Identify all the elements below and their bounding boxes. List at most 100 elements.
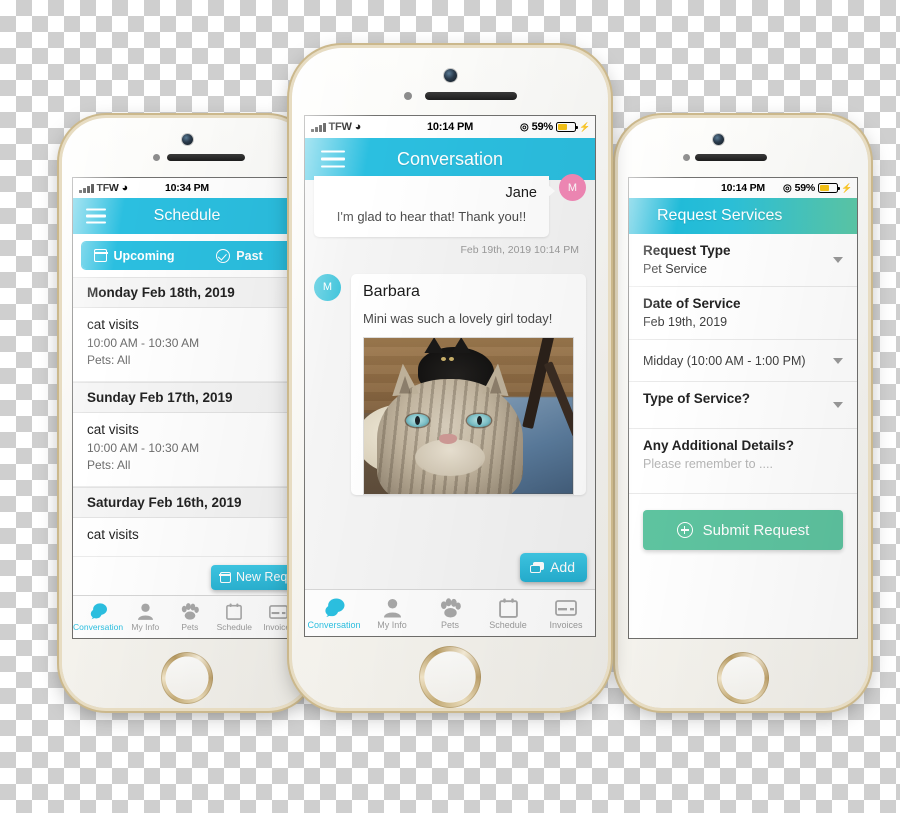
earpiece-speaker <box>695 154 767 161</box>
field-request-type[interactable]: Request Type Pet Service <box>629 234 857 287</box>
tab-conversation[interactable]: Conversation <box>73 602 123 632</box>
battery-icon <box>555 122 578 132</box>
lightning-bolt-icon: ⚡ <box>578 121 590 132</box>
message-photo[interactable] <box>363 337 574 496</box>
tab-pets[interactable]: Pets <box>421 597 479 630</box>
chevron-down-icon[interactable] <box>833 257 843 263</box>
media-attachment-icon <box>530 561 545 573</box>
phone-center: TFW ◕ 10:14 PM ◎ 59% ⚡ Conversation Jane… <box>292 48 608 708</box>
bottom-tab-bar: Conversation My Info Pets Schedule Invoi… <box>305 589 595 636</box>
phone-left: TFW ◕ 10:34 PM ◎ Schedule <box>62 118 312 708</box>
field-label: Type of Service? <box>643 391 751 406</box>
field-additional-details[interactable]: Any Additional Details? Please remember … <box>629 429 857 494</box>
hamburger-menu-icon[interactable] <box>86 208 106 224</box>
paw-icon <box>181 602 199 621</box>
segment-upcoming[interactable]: Upcoming <box>82 242 187 269</box>
battery-percent: 59% <box>531 121 554 133</box>
tab-my-info[interactable]: My Info <box>123 602 167 632</box>
add-button-label: Add <box>550 559 575 575</box>
tab-conversation-label: Conversation <box>73 622 124 633</box>
message-body: Mini was such a lovely girl today! <box>363 310 553 326</box>
message-bubble[interactable]: Barbara Mini was such a lovely girl toda… <box>351 273 586 496</box>
status-bar: 10:14 PM ◎ 59% ⚡ <box>629 178 857 198</box>
app-header: Request Services <box>629 198 857 234</box>
wifi-icon: ◕ <box>354 120 362 133</box>
add-attachment-button[interactable]: Add <box>520 553 587 582</box>
submit-request-button[interactable]: Submit Request <box>643 510 843 550</box>
phone-center-hardware-top <box>292 48 608 118</box>
phone-center-screen: TFW ◕ 10:14 PM ◎ 59% ⚡ Conversation Jane… <box>305 116 595 636</box>
new-request-button[interactable]: New Request <box>210 565 301 590</box>
tab-pets-label: Pets <box>440 619 459 630</box>
visit-item[interactable]: cat visits <box>73 517 301 557</box>
tab-schedule-label: Schedule <box>216 622 253 633</box>
page-title: Request Services <box>657 207 783 224</box>
avatar[interactable]: M <box>314 273 341 301</box>
carrier-label: TFW <box>96 182 119 194</box>
location-icon: ◎ <box>520 121 529 133</box>
visit-pets: Pets: All <box>87 458 131 473</box>
front-camera-icon <box>444 69 457 82</box>
visit-item[interactable]: cat visits 10:00 AM - 10:30 AM Pets: All <box>73 412 301 487</box>
hamburger-menu-icon[interactable] <box>321 150 345 168</box>
app-header: Conversation <box>305 138 595 180</box>
tab-my-info-label: My Info <box>377 619 407 630</box>
phone-right: 10:14 PM ◎ 59% ⚡ Request Services Reques… <box>618 118 868 708</box>
message-sender: Barbara <box>363 282 420 300</box>
three-phone-mockup: TFW ◕ 10:34 PM ◎ Schedule <box>0 0 900 813</box>
chevron-down-icon[interactable] <box>833 357 843 364</box>
tab-my-info[interactable]: My Info <box>363 597 421 630</box>
plus-circle-icon <box>676 522 693 538</box>
schedule-list[interactable]: Monday Feb 18th, 2019 cat visits 10:00 A… <box>73 277 301 557</box>
segment-past-label: Past <box>236 248 263 263</box>
tab-pets-label: Pets <box>181 622 199 633</box>
tab-invoices[interactable]: Invoices <box>537 597 595 630</box>
message-bubble[interactable]: Jane I'm glad to hear that! Thank you!! <box>314 176 555 237</box>
person-icon <box>137 602 153 621</box>
tab-conversation[interactable]: Conversation <box>305 597 363 630</box>
proximity-sensor-icon <box>153 154 160 161</box>
chevron-down-icon[interactable] <box>833 402 843 408</box>
chat-bubbles-icon <box>89 602 108 621</box>
tab-schedule-label: Schedule <box>489 619 527 630</box>
earpiece-speaker <box>167 154 245 161</box>
field-value: Midday (10:00 AM - 1:00 PM) <box>643 354 806 368</box>
visit-time: 10:00 AM - 10:30 AM <box>87 440 200 455</box>
paw-icon <box>440 597 461 619</box>
avatar[interactable]: M <box>559 174 586 201</box>
tab-schedule[interactable]: Schedule <box>479 597 537 630</box>
visit-item[interactable]: cat visits 10:00 AM - 10:30 AM Pets: All <box>73 308 301 382</box>
tab-pets[interactable]: Pets <box>168 602 212 632</box>
page-title: Schedule <box>153 207 221 224</box>
tab-schedule[interactable]: Schedule <box>212 602 256 632</box>
segment-past[interactable]: Past <box>187 242 292 269</box>
day-header: Sunday Feb 17th, 2019 <box>73 381 301 413</box>
location-icon: ◎ <box>783 182 792 194</box>
home-button[interactable] <box>717 652 769 704</box>
field-date-of-service[interactable]: Date of Service Feb 19th, 2019 <box>629 287 857 340</box>
conversation-thread[interactable]: Jane I'm glad to hear that! Thank you!! … <box>305 174 595 636</box>
lightning-bolt-icon: ⚡ <box>840 182 852 193</box>
field-time-window[interactable]: Midday (10:00 AM - 1:00 PM) <box>629 340 857 382</box>
schedule-filter: Upcoming Past <box>73 234 301 277</box>
calendar-plus-icon <box>219 571 232 583</box>
avatar-initial: M <box>322 281 333 294</box>
app-header: Schedule <box>73 198 301 234</box>
home-button[interactable] <box>161 652 213 704</box>
proximity-sensor-icon <box>683 154 690 161</box>
visit-title: cat visits <box>87 421 139 437</box>
front-camera-icon <box>182 134 193 145</box>
front-camera-icon <box>713 134 724 145</box>
calendar-icon <box>226 602 243 621</box>
message-barbara: M Barbara Mini was such a lovely girl to… <box>305 268 595 496</box>
tab-invoices-label: Invoices <box>549 619 583 630</box>
phone-right-hardware-top <box>618 118 868 180</box>
check-circle-icon <box>216 248 231 263</box>
field-type-of-service[interactable]: Type of Service? <box>629 382 857 429</box>
credit-card-icon <box>269 602 289 621</box>
status-bar: TFW ◕ 10:34 PM ◎ <box>73 178 301 198</box>
earpiece-speaker <box>425 92 517 100</box>
field-value: Feb 19th, 2019 <box>643 315 728 329</box>
home-button[interactable] <box>419 646 481 708</box>
field-label: Any Additional Details? <box>643 438 795 453</box>
